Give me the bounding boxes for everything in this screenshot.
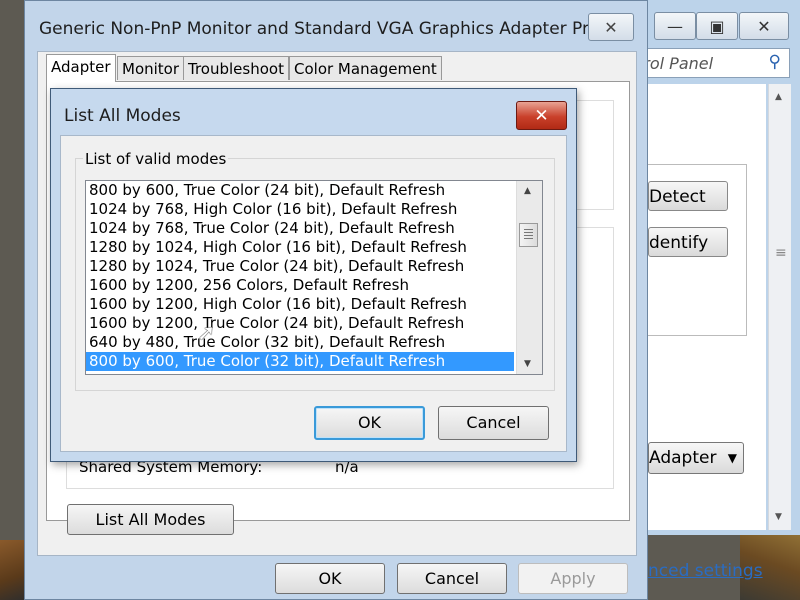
tab-adapter[interactable]: Adapter <box>46 54 116 82</box>
search-icon[interactable]: ⚲ <box>769 52 781 72</box>
scroll-down-icon[interactable]: ▼ <box>775 512 782 522</box>
search-placeholder: trol Panel <box>637 54 714 73</box>
advanced-settings-link[interactable]: nced settings <box>648 561 763 581</box>
maximize-button[interactable]: ▣ <box>696 12 738 40</box>
control-panel-scrollbar[interactable]: ▲ ≡ ▼ <box>768 84 791 530</box>
list-item[interactable]: 1280 by 1024, High Color (16 bit), Defau… <box>86 238 514 257</box>
identify-label: dentify <box>649 233 709 253</box>
adapter-dropdown[interactable]: Adapter ▼ <box>648 442 744 474</box>
list-item[interactable]: 1024 by 768, True Color (24 bit), Defaul… <box>86 219 514 238</box>
detect-button[interactable]: Detect <box>648 181 728 211</box>
scroll-thumb[interactable] <box>519 223 538 247</box>
dialog-ok-button[interactable]: OK <box>314 406 425 440</box>
dialog-close-button[interactable]: ✕ <box>516 101 567 130</box>
close-icon: ✕ <box>604 17 618 37</box>
scroll-up-icon[interactable]: ▲ <box>775 92 782 102</box>
properties-title: Generic Non-PnP Monitor and Standard VGA… <box>39 19 615 39</box>
list-all-modes-dialog: List All Modes ✕ 800 by 600, True Color … <box>50 88 577 462</box>
close-button[interactable]: ✕ <box>739 12 789 40</box>
properties-close-button[interactable]: ✕ <box>588 13 634 41</box>
minimize-button[interactable]: — <box>654 12 696 40</box>
modes-group-label: List of valid modes <box>83 150 229 168</box>
cancel-button[interactable]: Cancel <box>397 563 507 594</box>
list-item[interactable]: 1600 by 1200, True Color (24 bit), Defau… <box>86 314 514 333</box>
mouse-cursor-icon: ➚ <box>197 321 216 346</box>
list-item[interactable]: 1600 by 1200, 256 Colors, Default Refres… <box>86 276 514 295</box>
dialog-body: 800 by 600, True Color (24 bit), Default… <box>60 135 567 452</box>
list-item[interactable]: 1024 by 768, High Color (16 bit), Defaul… <box>86 200 514 219</box>
scroll-down-icon[interactable]: ▼ <box>524 359 531 369</box>
apply-button[interactable]: Apply <box>518 563 628 594</box>
dialog-cancel-button[interactable]: Cancel <box>438 406 549 440</box>
tab-color-management[interactable]: Color Management <box>289 56 442 80</box>
scroll-grip-icon[interactable]: ≡ <box>775 246 787 260</box>
maximize-icon: ▣ <box>709 16 725 36</box>
list-all-modes-button[interactable]: List All Modes <box>67 504 234 535</box>
list-item[interactable]: 1600 by 1200, High Color (16 bit), Defau… <box>86 295 514 314</box>
tab-troubleshoot[interactable]: Troubleshoot <box>183 56 289 80</box>
minimize-icon: — <box>667 16 683 36</box>
detect-label: Detect <box>649 187 706 207</box>
tab-monitor[interactable]: Monitor <box>117 56 185 80</box>
search-input[interactable]: trol Panel ⚲ <box>636 48 790 78</box>
scroll-up-icon[interactable]: ▲ <box>524 186 531 196</box>
list-item[interactable]: 800 by 600, True Color (24 bit), Default… <box>86 181 514 200</box>
list-item-selected[interactable]: 800 by 600, True Color (32 bit), Default… <box>86 352 514 371</box>
chevron-down-icon: ▼ <box>727 451 737 465</box>
adapter-dropdown-label: Adapter <box>649 448 717 468</box>
ok-button[interactable]: OK <box>275 563 385 594</box>
list-item[interactable]: 1280 by 1024, True Color (24 bit), Defau… <box>86 257 514 276</box>
close-icon: ✕ <box>534 105 549 126</box>
list-item[interactable]: 640 by 480, True Color (32 bit), Default… <box>86 333 514 352</box>
identify-button[interactable]: dentify <box>648 227 728 257</box>
close-icon: ✕ <box>757 16 771 36</box>
modes-scrollbar[interactable]: ▲ ▼ <box>516 181 542 374</box>
dialog-title: List All Modes <box>64 106 181 126</box>
modes-list[interactable]: 800 by 600, True Color (24 bit), Default… <box>85 180 543 375</box>
modes-group-box: 800 by 600, True Color (24 bit), Default… <box>75 158 555 391</box>
